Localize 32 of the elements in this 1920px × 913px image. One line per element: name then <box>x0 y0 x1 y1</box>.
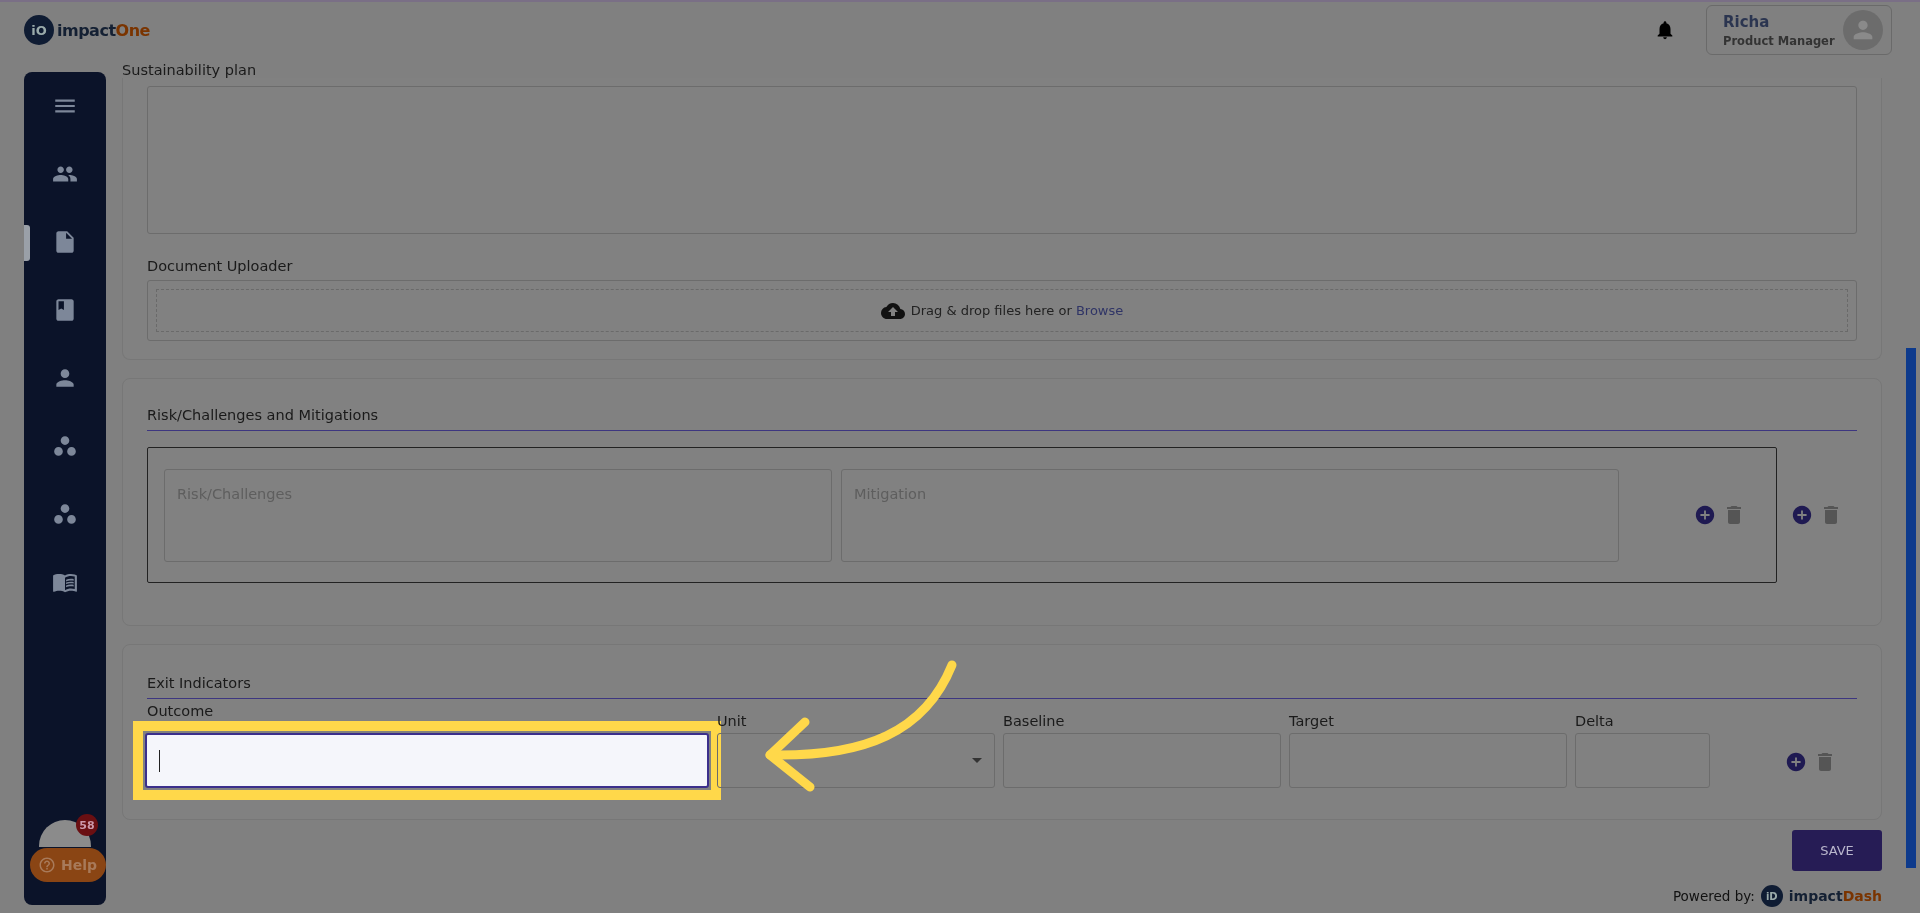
field-label: Document Uploader <box>147 258 294 274</box>
unit-select[interactable] <box>717 733 995 788</box>
logo-name: impactDash <box>1788 888 1882 904</box>
logo-mark: iD <box>1760 885 1783 907</box>
section-title: Exit Indicators <box>147 675 251 691</box>
user-menu[interactable]: Richa Product Manager <box>1706 5 1892 55</box>
logo-name: impactOne <box>57 20 150 40</box>
upload-dropzone[interactable]: Drag & drop files here or Browse <box>147 280 1857 341</box>
column-label: Target <box>1289 713 1335 729</box>
add-icon[interactable] <box>1785 751 1807 773</box>
column-label: Outcome <box>147 703 215 719</box>
powered-by-label: Powered by: <box>1672 888 1755 904</box>
field-label: Sustainability plan <box>122 62 258 78</box>
add-icon[interactable] <box>1694 504 1716 526</box>
user-name: Richa <box>1723 12 1771 31</box>
add-icon[interactable] <box>1791 504 1813 526</box>
help-button[interactable]: Help <box>30 848 106 882</box>
section-title: Risk/Challenges and Mitigations <box>147 407 379 423</box>
user-role: Product Manager <box>1723 33 1836 48</box>
text-cursor <box>159 749 160 772</box>
scrollbar-thumb[interactable] <box>1906 348 1916 868</box>
browse-link[interactable]: Browse <box>1075 303 1124 318</box>
column-label: Baseline <box>1003 713 1066 729</box>
help-icon <box>38 856 56 874</box>
caret-icon <box>972 758 982 763</box>
column-label: Unit <box>717 713 748 729</box>
outcome-field[interactable] <box>145 733 709 788</box>
save-button[interactable]: SAVE <box>1792 830 1882 871</box>
logo-mark: iO <box>24 15 54 45</box>
column-label: Delta <box>1575 713 1615 729</box>
avatar <box>1843 10 1883 50</box>
upload-prompt: Drag & drop files here or Browse <box>910 303 1124 318</box>
